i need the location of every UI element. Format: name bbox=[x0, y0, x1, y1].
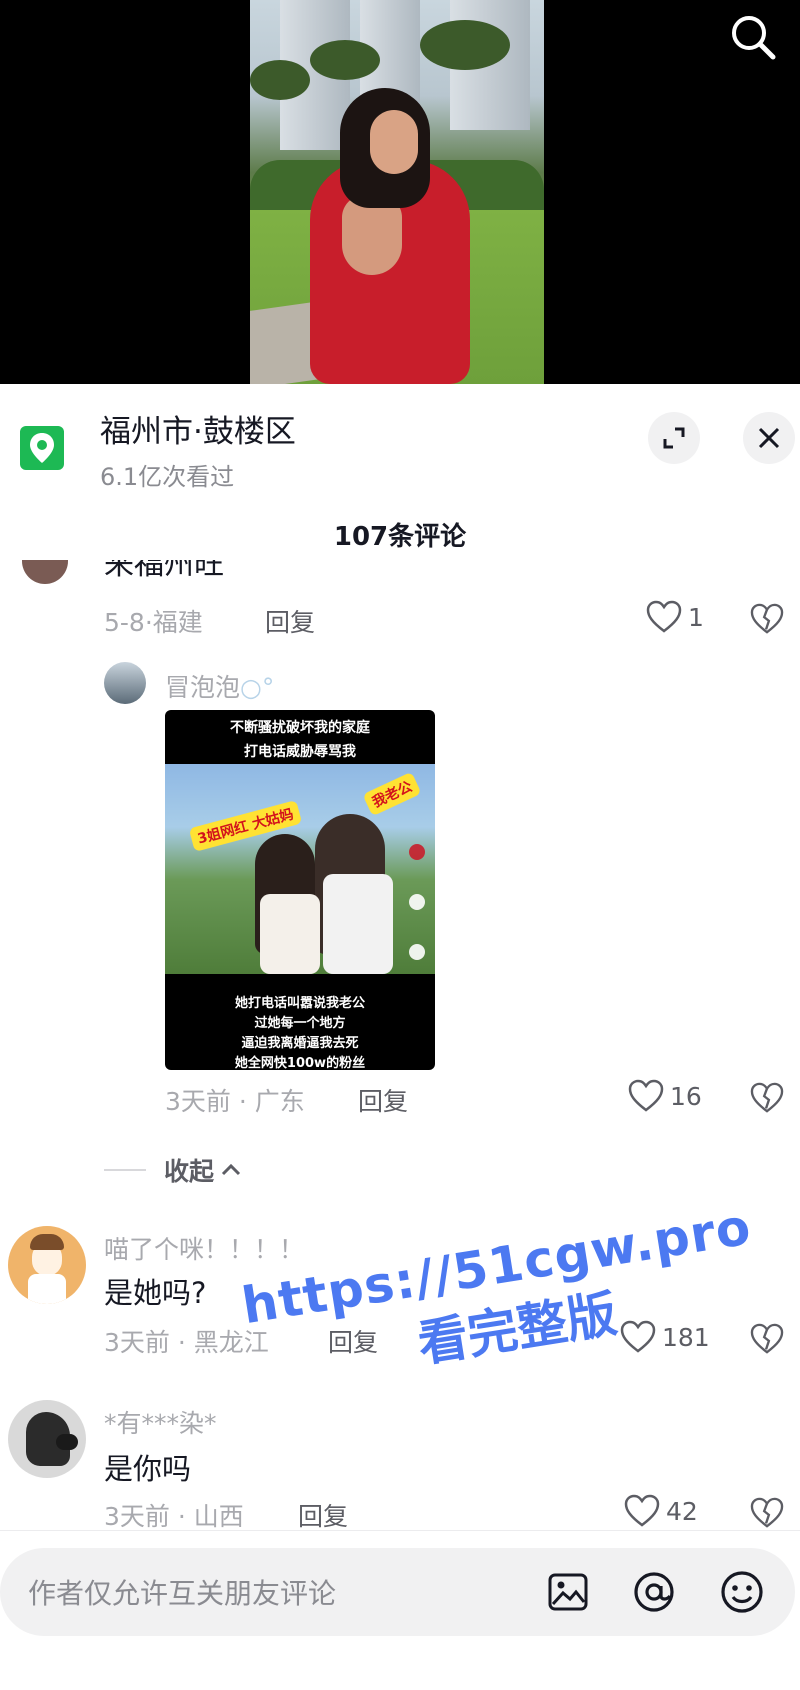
dislike-button[interactable] bbox=[750, 1497, 784, 1533]
close-icon bbox=[758, 427, 780, 449]
like-count: 1 bbox=[688, 602, 704, 632]
image-sticker-right: 我老公 bbox=[362, 771, 422, 817]
comment-meta: 3天前 · 黑龙江 bbox=[104, 1328, 269, 1357]
mention-button[interactable] bbox=[630, 1568, 678, 1616]
location-badge bbox=[20, 426, 64, 470]
location-header[interactable]: 福州市·鼓楼区 6.1亿次看过 bbox=[0, 384, 800, 494]
image-button[interactable] bbox=[544, 1568, 592, 1616]
like-button[interactable]: 1 bbox=[646, 600, 704, 634]
image-photo: 3姐网红 大姑妈 我老公 bbox=[165, 764, 435, 974]
broken-heart-icon bbox=[750, 603, 784, 634]
chevron-up-icon bbox=[221, 1163, 241, 1176]
comment-date: 3天前 bbox=[165, 1087, 231, 1116]
comment-input-placeholder: 作者仅允许互关朋友评论 bbox=[28, 1577, 337, 1610]
heart-icon bbox=[620, 1320, 656, 1353]
location-pin-icon bbox=[30, 433, 54, 463]
avatar[interactable] bbox=[22, 560, 68, 584]
comment-text: 是你吗 bbox=[104, 1452, 192, 1486]
comment-input[interactable]: 作者仅允许互关朋友评论 bbox=[0, 1548, 795, 1636]
reply-button[interactable]: 回复 bbox=[298, 1497, 348, 1533]
like-button[interactable]: 42 bbox=[624, 1494, 698, 1528]
comment-meta: 5-8·福建 bbox=[104, 608, 203, 637]
commenter-name[interactable]: 冒泡泡○° bbox=[165, 668, 274, 704]
divider bbox=[104, 1169, 146, 1171]
video-player[interactable] bbox=[0, 0, 800, 384]
close-button[interactable] bbox=[743, 412, 795, 464]
search-button[interactable] bbox=[728, 12, 778, 62]
like-count: 42 bbox=[666, 1496, 698, 1526]
heart-icon bbox=[646, 600, 682, 633]
broken-heart-icon bbox=[750, 1082, 784, 1113]
commenter-name[interactable]: *有***染* bbox=[104, 1404, 217, 1440]
watermark: https://51cgw.pro 看完整版 bbox=[238, 1197, 756, 1374]
video-thumbnail[interactable] bbox=[250, 0, 544, 384]
like-count: 16 bbox=[670, 1081, 702, 1111]
comment-meta: 3天前 · 广东 bbox=[165, 1087, 305, 1116]
comment-count-title: 107条评论 bbox=[333, 522, 467, 552]
broken-heart-icon bbox=[750, 1323, 784, 1354]
dislike-button[interactable] bbox=[750, 1082, 784, 1118]
avatar[interactable] bbox=[104, 662, 146, 704]
location-title[interactable]: 福州市·鼓楼区 bbox=[100, 406, 296, 451]
comment-region: 黑龙江 bbox=[193, 1328, 269, 1357]
reply-button[interactable]: 回复 bbox=[265, 603, 315, 639]
expand-button[interactable] bbox=[648, 412, 700, 464]
like-button[interactable]: 16 bbox=[628, 1079, 702, 1113]
search-icon bbox=[732, 16, 776, 60]
like-button[interactable]: 181 bbox=[620, 1320, 710, 1354]
comment-region: 广东 bbox=[254, 1087, 305, 1116]
comment-date: 5-8 bbox=[104, 608, 145, 637]
heart-icon bbox=[628, 1079, 664, 1112]
comment-region: 福建 bbox=[152, 608, 203, 637]
dislike-button[interactable] bbox=[750, 603, 784, 639]
avatar[interactable] bbox=[8, 1226, 86, 1304]
like-count: 181 bbox=[662, 1322, 710, 1352]
comment-text: 是她吗? bbox=[104, 1276, 207, 1310]
comment-image[interactable]: 不断骚扰破坏我的家庭 打电话威胁辱骂我 3姐网红 大姑妈 我老公 她打电话叫嚣说… bbox=[165, 710, 435, 1070]
reply-button[interactable]: 回复 bbox=[358, 1082, 408, 1118]
comment-region: 山西 bbox=[193, 1502, 244, 1531]
image-caption-bottom: 她打电话叫嚣说我老公 过她每一个地方 逼迫我离婚逼我去死 她全网快100w的粉丝 bbox=[234, 996, 366, 1070]
comment-meta: 3天前 · 山西 bbox=[104, 1502, 244, 1531]
comment-date: 3天前 bbox=[104, 1502, 170, 1531]
at-icon bbox=[634, 1572, 674, 1612]
emoji-icon bbox=[721, 1571, 763, 1613]
dislike-button[interactable] bbox=[750, 1323, 784, 1359]
heart-icon bbox=[624, 1494, 660, 1527]
expand-icon bbox=[663, 427, 685, 449]
comment-text: 来福州旺 bbox=[104, 560, 224, 582]
broken-heart-icon bbox=[750, 1497, 784, 1528]
location-views: 6.1亿次看过 bbox=[100, 463, 235, 491]
image-icon bbox=[548, 1573, 588, 1611]
divider bbox=[0, 1530, 800, 1531]
emoji-button[interactable] bbox=[718, 1568, 766, 1616]
commenter-name[interactable]: 喵了个咪！！！！ bbox=[104, 1230, 304, 1266]
reply-button[interactable]: 回复 bbox=[328, 1323, 378, 1359]
comment-date: 3天前 bbox=[104, 1328, 170, 1357]
avatar[interactable] bbox=[8, 1400, 86, 1478]
collapse-replies-button[interactable]: 收起 bbox=[104, 1152, 242, 1188]
image-caption-top: 不断骚扰破坏我的家庭 打电话威胁辱骂我 bbox=[230, 720, 370, 760]
